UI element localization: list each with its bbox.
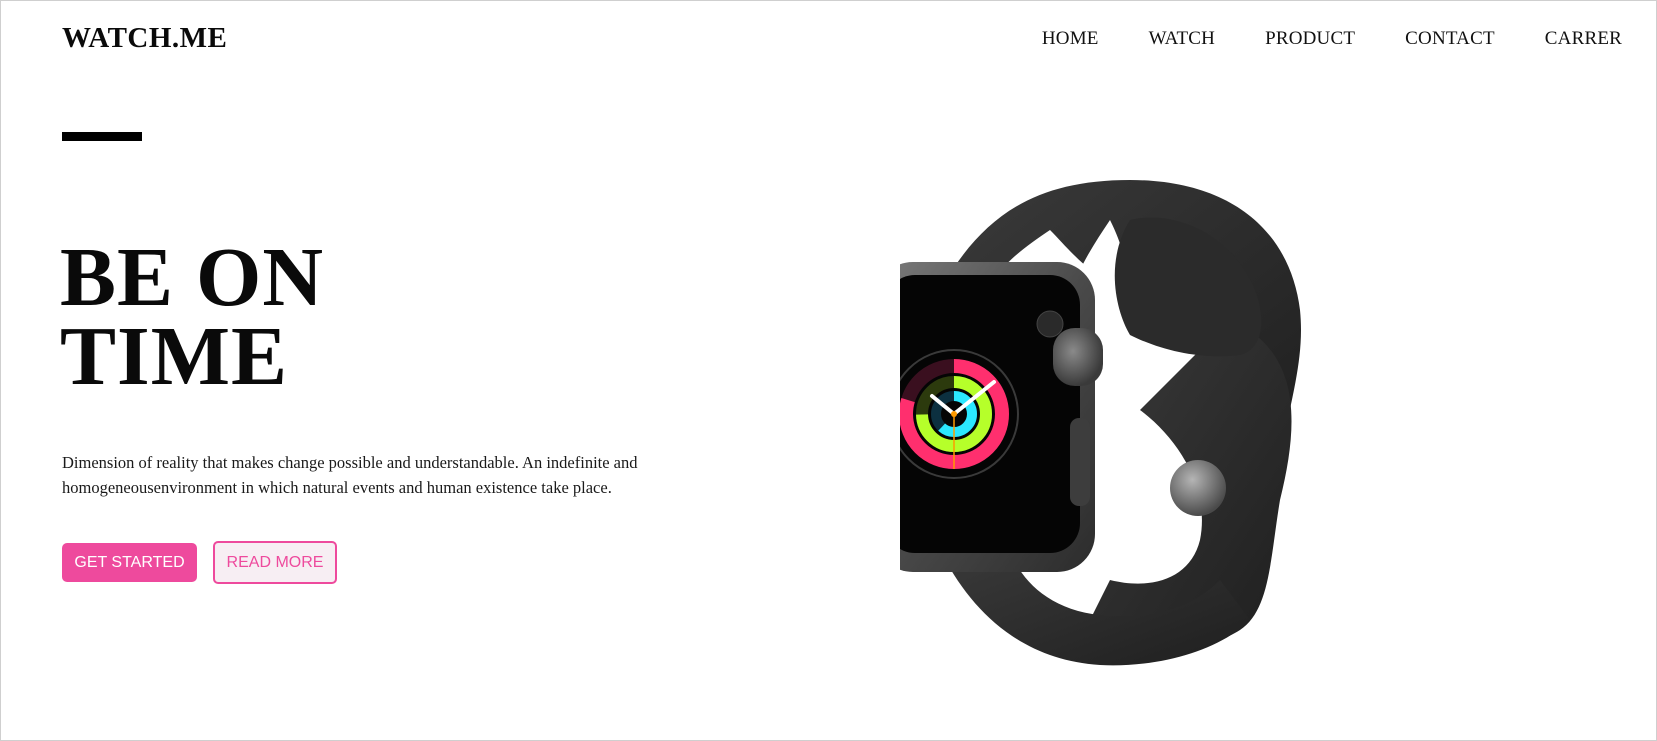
get-started-button[interactable]: GET STARTED	[62, 543, 197, 582]
watch-crown	[1053, 328, 1103, 386]
nav-contact[interactable]: CONTACT	[1405, 28, 1495, 50]
nav-home[interactable]: HOME	[1042, 28, 1099, 50]
headline-line-2: TIME	[60, 310, 289, 403]
accent-bar	[62, 132, 142, 141]
hero-headline: BE ON TIME	[60, 236, 324, 399]
nav-product[interactable]: PRODUCT	[1265, 28, 1355, 50]
running-icon	[1036, 310, 1064, 338]
site-logo[interactable]: WATCH.ME	[62, 22, 227, 55]
smartwatch-image	[900, 180, 1301, 666]
hero-description: Dimension of reality that makes change p…	[62, 453, 638, 497]
nav-carrer[interactable]: CARRER	[1545, 28, 1622, 50]
band-pin	[1170, 460, 1226, 516]
nav-watch[interactable]: WATCH	[1149, 28, 1215, 50]
watch-side-button	[1070, 418, 1090, 506]
main-nav: HOME WATCH PRODUCT CONTACT CARRER	[1042, 28, 1622, 50]
read-more-button[interactable]: READ MORE	[213, 541, 337, 584]
